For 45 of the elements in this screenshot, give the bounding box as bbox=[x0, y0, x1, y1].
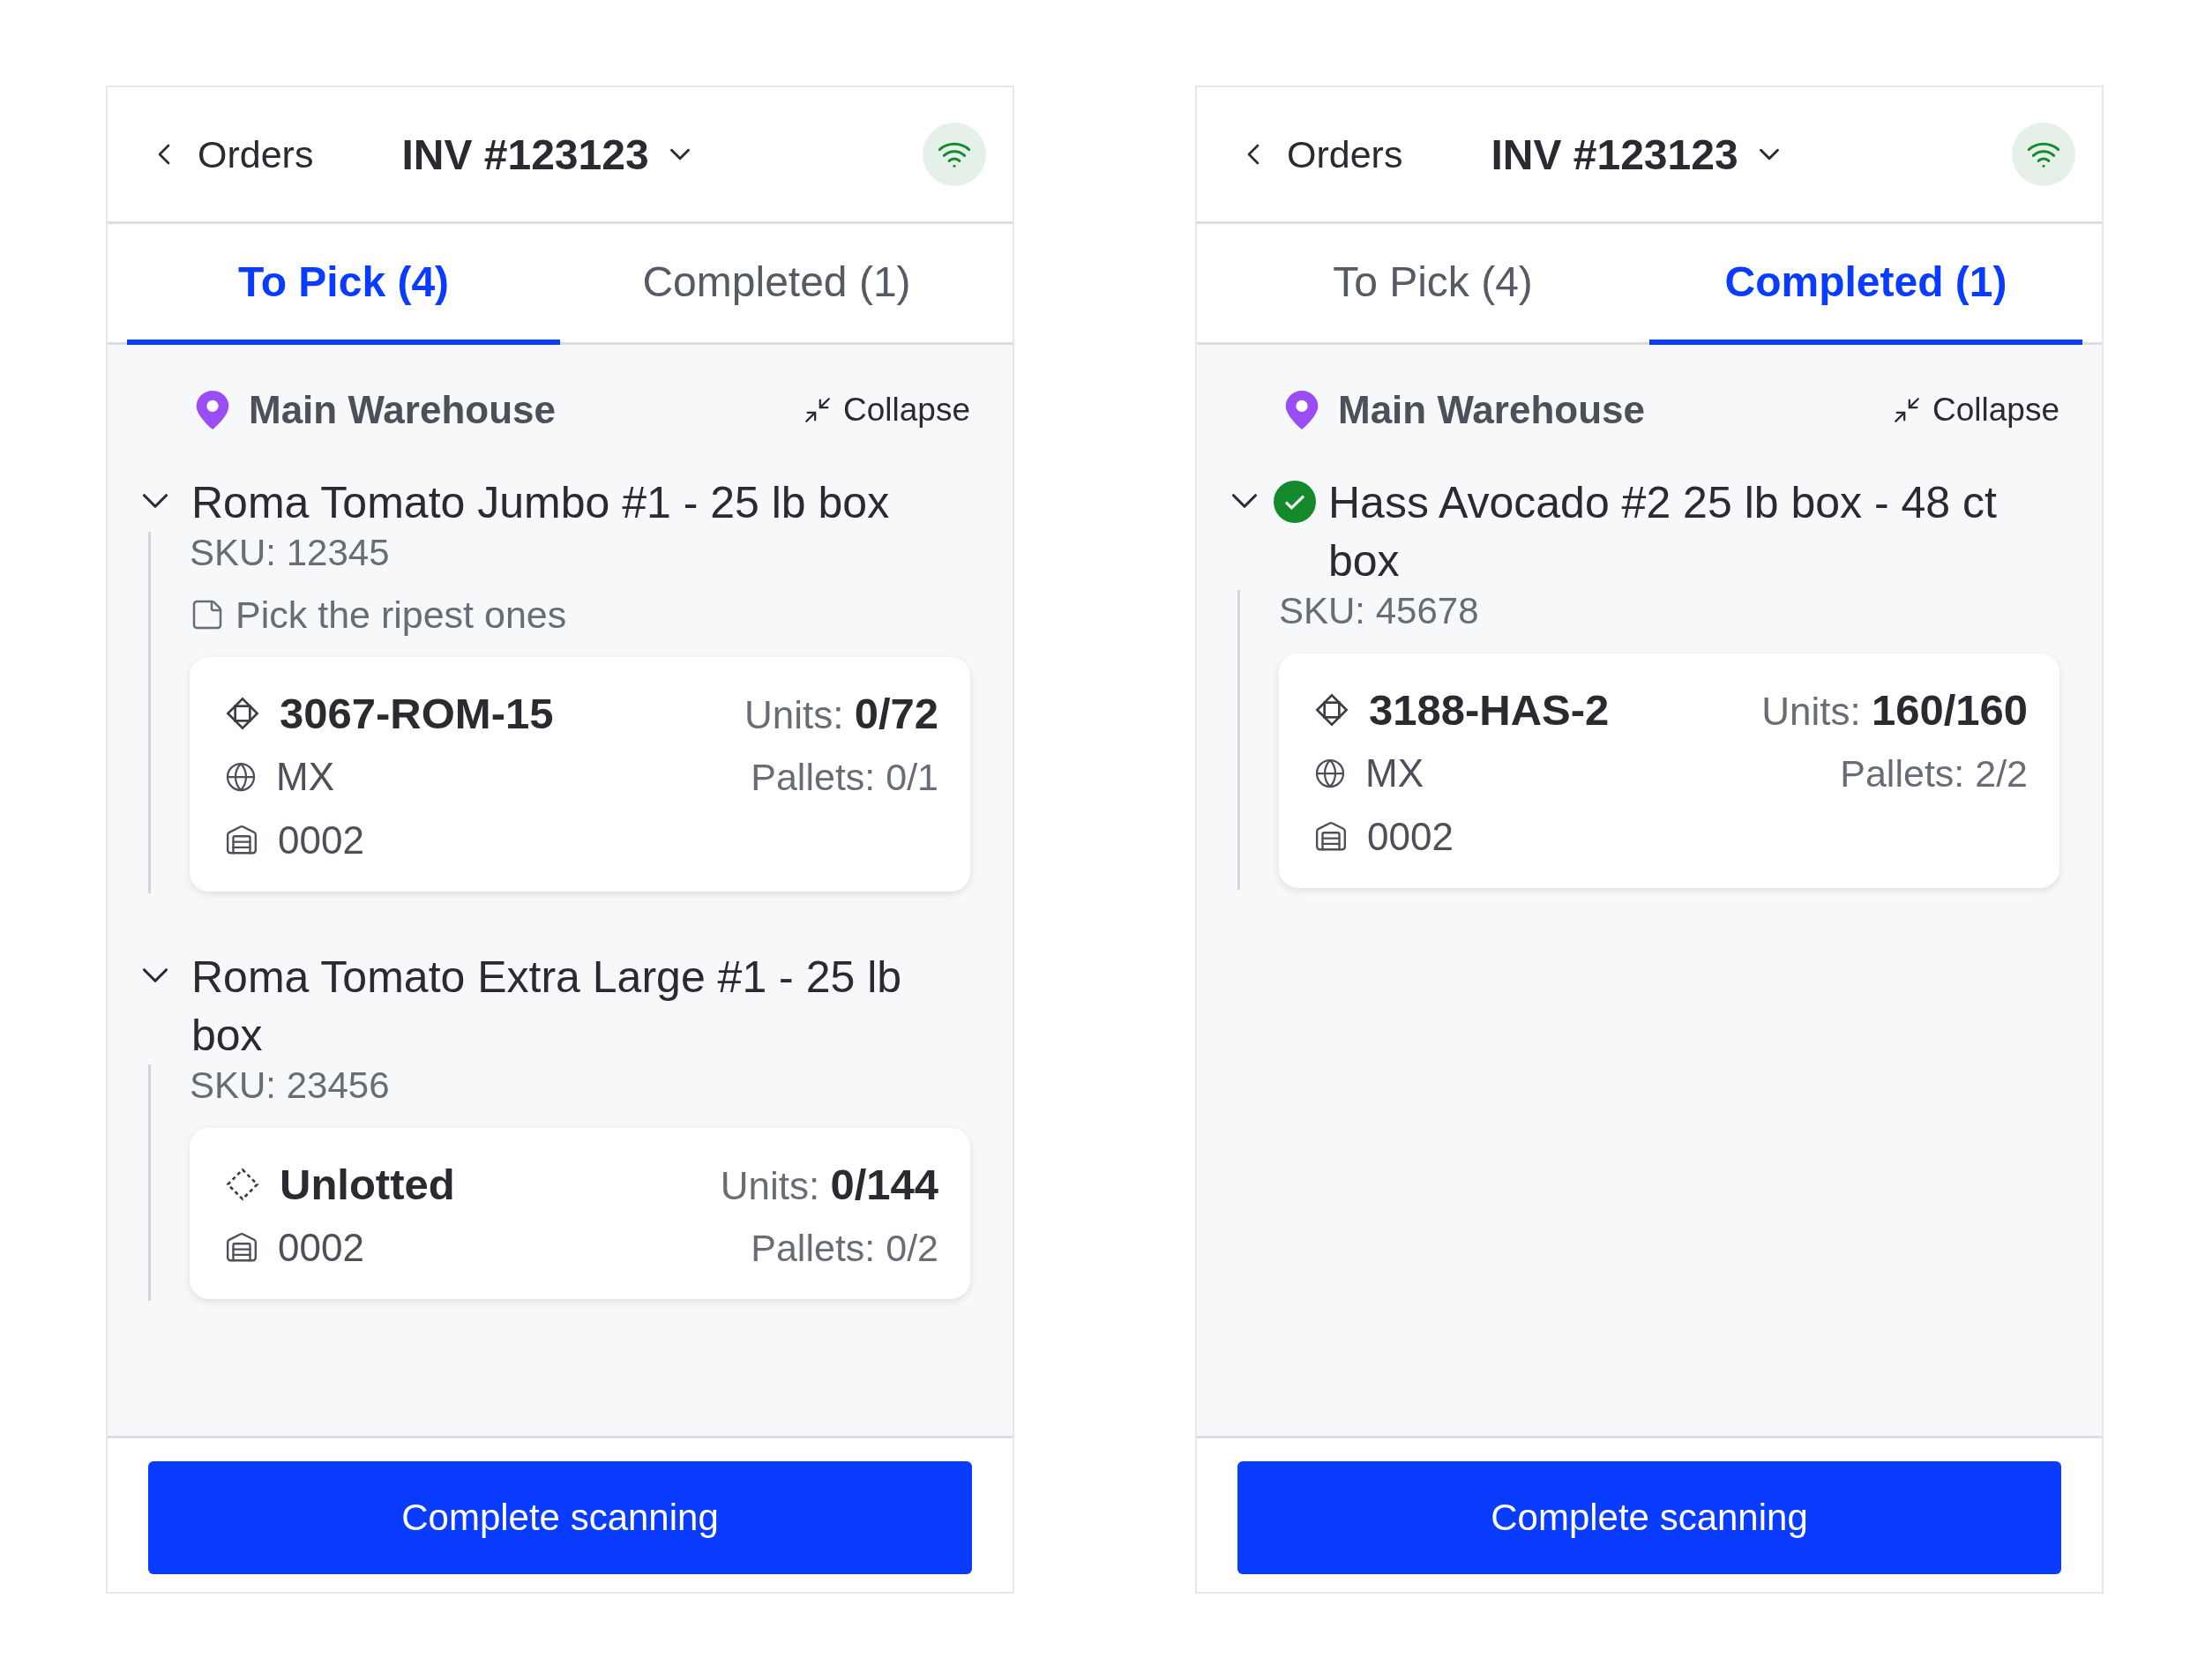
note-text: Pick the ripest ones bbox=[235, 593, 567, 638]
sku-text: SKU: 23456 bbox=[190, 1064, 391, 1108]
tab[interactable]: To Pick (4) bbox=[127, 224, 560, 345]
lot-number: Unlotted bbox=[280, 1160, 455, 1209]
globe-icon bbox=[225, 761, 257, 793]
collapse-button[interactable]: Collapse bbox=[1892, 392, 2067, 429]
sku-text: SKU: 12345 bbox=[190, 531, 391, 575]
storage-location: 0002 bbox=[278, 818, 364, 863]
complete-scanning-button[interactable]: Complete scanning bbox=[1237, 1461, 2061, 1574]
order-dropdown[interactable]: INV #123123 bbox=[401, 130, 697, 179]
origin-country: MX bbox=[1365, 750, 1424, 796]
origin-country: MX bbox=[276, 754, 334, 800]
back-button[interactable]: Orders bbox=[146, 132, 314, 176]
diamond-icon bbox=[1314, 692, 1349, 728]
warehouse-name: Main Warehouse bbox=[249, 388, 556, 432]
collapse-icon bbox=[803, 395, 833, 425]
complete-scanning-button[interactable]: Complete scanning bbox=[148, 1461, 972, 1574]
location-pin-icon bbox=[1285, 391, 1319, 429]
product-title: Roma Tomato Jumbo #1 - 25 lb box bbox=[191, 477, 890, 529]
sku-text: SKU: 45678 bbox=[1279, 589, 1480, 633]
check-circle-icon bbox=[1274, 481, 1316, 523]
pallets-count: Pallets: 2/2 bbox=[1840, 751, 2028, 795]
units-count: Units: 160/160 bbox=[1761, 685, 2028, 735]
units-count: Units: 0/72 bbox=[744, 689, 938, 738]
tab[interactable]: Completed (1) bbox=[560, 224, 993, 345]
dashed-diamond-icon bbox=[225, 1167, 260, 1202]
location-pin-icon bbox=[196, 391, 229, 429]
lot-number: 3188-HAS-2 bbox=[1369, 685, 1610, 735]
collapse-button[interactable]: Collapse bbox=[803, 392, 977, 429]
globe-icon bbox=[1314, 758, 1346, 789]
storage-location: 0002 bbox=[278, 1225, 364, 1271]
diamond-icon bbox=[225, 696, 260, 731]
pallets-count: Pallets: 0/1 bbox=[751, 755, 938, 799]
units-count: Units: 0/144 bbox=[720, 1160, 938, 1209]
collapse-icon bbox=[1892, 395, 1922, 425]
tab[interactable]: Completed (1) bbox=[1649, 224, 2082, 345]
warehouse-name: Main Warehouse bbox=[1338, 388, 1645, 432]
product-title: Roma Tomato Extra Large #1 - 25 lb box bbox=[191, 952, 903, 1062]
tab[interactable]: To Pick (4) bbox=[1216, 224, 1649, 345]
back-button[interactable]: Orders bbox=[1236, 132, 1403, 176]
order-dropdown[interactable]: INV #123123 bbox=[1491, 130, 1786, 179]
lot-number: 3067-ROM-15 bbox=[280, 689, 554, 738]
pallets-count: Pallets: 0/2 bbox=[751, 1226, 938, 1270]
product-title: Hass Avocado #2 25 lb box - 48 ct box bbox=[1328, 477, 1998, 587]
storage-location: 0002 bbox=[1367, 814, 1454, 860]
